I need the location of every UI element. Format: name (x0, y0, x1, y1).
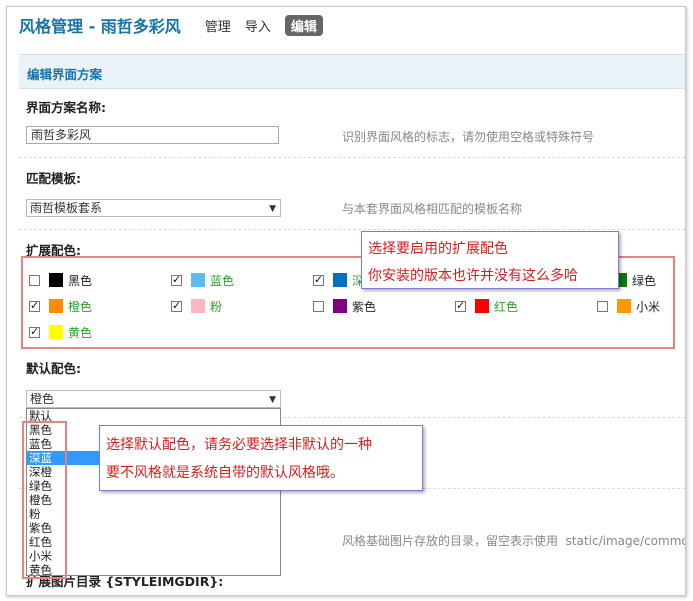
section-title: 编辑界面方案 (27, 67, 103, 82)
nav-edit[interactable]: 编辑 (284, 14, 323, 36)
style-editor-window: 风格管理 - 雨哲多彩风 管理 导入 编辑 编辑界面方案 界面方案名称: 雨哲多… (6, 6, 686, 596)
imgdir-hint-text: 风格基础图片存放的目录，留空表示使用 (342, 534, 559, 548)
scheme-name-hint: 识别界面风格的标志，请勿使用空格或特殊符号 (342, 130, 595, 144)
callout-def-line2: 要不风格就是系统自带的默认风格哦。 (106, 465, 344, 481)
section-header: 编辑界面方案 (19, 54, 685, 89)
default-color-value: 橙色 (30, 392, 55, 406)
template-select[interactable]: 雨哲模板套系 ▼ (26, 199, 281, 217)
imgdir-hint: 风格基础图片存放的目录，留空表示使用 static/image/commo (342, 532, 686, 549)
nav-manage[interactable]: 管理 (205, 16, 231, 35)
callout-ext-colors: 选择要启用的扩展配色 你安装的版本也许并没有这么多哈 (361, 231, 619, 289)
callout-ext-line2: 你安装的版本也许并没有这么多哈 (368, 268, 578, 284)
page-title: 风格管理 - 雨哲多彩风 (19, 17, 181, 36)
callout-default-color: 选择默认配色，请务必要选择非默认的一种 要不风格就是系统自带的默认风格哦。 (99, 425, 423, 491)
divider (19, 157, 685, 158)
template-hint: 与本套界面风格相匹配的模板名称 (342, 202, 523, 216)
callout-ext-line1: 选择要启用的扩展配色 (368, 241, 508, 257)
template-label: 匹配模板: (26, 171, 81, 186)
divider (19, 229, 685, 230)
default-color-label: 默认配色: (26, 361, 81, 376)
nav-links: 管理 导入 编辑 (205, 14, 323, 36)
chevron-down-icon: ▼ (269, 204, 276, 214)
nav-import[interactable]: 导入 (245, 16, 271, 35)
default-color-select[interactable]: 橙色 ▼ (26, 390, 281, 408)
scheme-name-input[interactable]: 雨哲多彩风 (26, 126, 279, 144)
scheme-name-label: 界面方案名称: (26, 100, 106, 115)
template-select-value: 雨哲模板套系 (30, 201, 103, 215)
chevron-down-icon: ▼ (269, 395, 276, 405)
top-bar: 风格管理 - 雨哲多彩风 管理 导入 编辑 (7, 7, 685, 43)
imgdir-path: static/image/commo (565, 534, 686, 548)
annotation-box-default-color (22, 421, 67, 579)
callout-def-line1: 选择默认配色，请务必要选择非默认的一种 (106, 437, 372, 453)
